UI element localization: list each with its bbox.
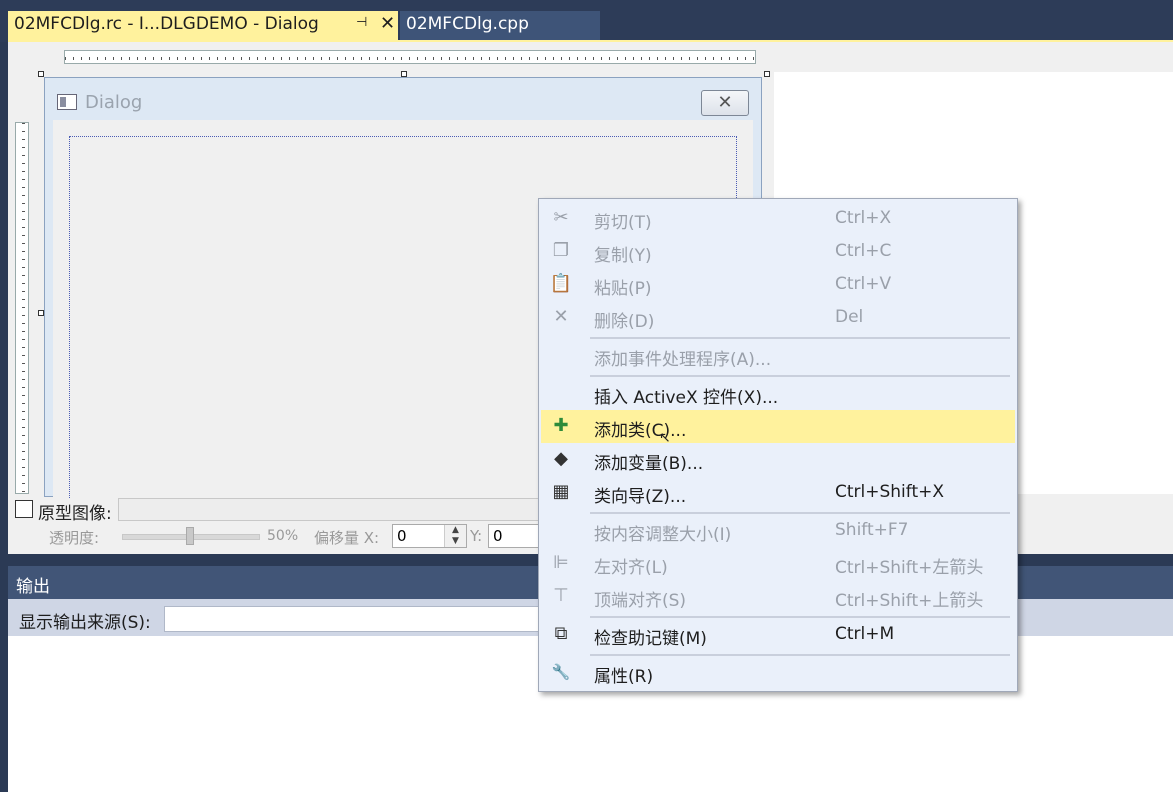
menu-item-shortcut: Ctrl+Shift+上箭头 <box>835 591 984 611</box>
menu-item-label: 属性(R) <box>594 667 654 687</box>
menu-item-add-variable[interactable]: ◆ 添加变量(B)... <box>541 443 1015 476</box>
align-left-icon: ⊫ <box>553 552 569 573</box>
copy-icon: ❐ <box>552 240 570 261</box>
document-tab-strip: 02MFCDlg.rc - I...DLGDEMO - Dialog ⊣ ✕ 0… <box>0 0 1173 42</box>
menu-item-align-left[interactable]: ⊫ 左对齐(L) Ctrl+Shift+左箭头 <box>541 547 1015 580</box>
menu-item-align-top[interactable]: ⊤ 顶端对齐(S) Ctrl+Shift+上箭头 <box>541 580 1015 613</box>
opacity-slider-thumb[interactable] <box>186 527 194 545</box>
menu-item-shortcut: Ctrl+Shift+左箭头 <box>835 558 984 578</box>
menu-item-label: 类向导(Z)... <box>594 487 687 507</box>
tab-cpp[interactable]: 02MFCDlg.cpp <box>400 11 600 40</box>
prototype-image-label: 原型图像: <box>38 504 112 524</box>
menu-item-label: 顶端对齐(S) <box>594 591 687 611</box>
paste-icon: 📋 <box>549 273 573 294</box>
class-wizard-icon: ▦ <box>552 481 570 502</box>
delete-icon: ✕ <box>553 306 569 327</box>
menu-item-shortcut: Ctrl+X <box>835 208 892 228</box>
prototype-image-path-field[interactable] <box>118 498 558 521</box>
menu-item-copy[interactable]: ❐ 复制(Y) Ctrl+C <box>541 235 1015 268</box>
close-icon: ✕ <box>717 92 733 113</box>
scissors-icon: ✂ <box>553 207 569 228</box>
opacity-label: 透明度: <box>49 529 100 547</box>
menu-item-shortcut: Ctrl+M <box>835 624 895 644</box>
menu-item-label: 添加事件处理程序(A)... <box>594 350 772 370</box>
opacity-value: 50% <box>267 528 299 544</box>
add-class-icon: ✚ <box>553 415 569 436</box>
menu-item-delete[interactable]: ✕ 删除(D) Del <box>541 301 1015 334</box>
menu-item-paste[interactable]: 📋 粘贴(P) Ctrl+V <box>541 268 1015 301</box>
menu-item-label: 添加类(C)... <box>594 421 687 441</box>
dialog-title: Dialog <box>85 92 143 113</box>
add-variable-icon: ◆ <box>554 448 568 469</box>
context-menu: ✂ 剪切(T) Ctrl+X ❐ 复制(Y) Ctrl+C 📋 粘贴(P) Ct… <box>538 198 1018 692</box>
menu-item-label: 添加变量(B)... <box>594 454 704 474</box>
check-mnemonics-icon: ⧉ <box>554 623 568 644</box>
menu-item-shortcut: Ctrl+V <box>835 274 892 294</box>
menu-item-cut[interactable]: ✂ 剪切(T) Ctrl+X <box>541 202 1015 235</box>
close-icon[interactable]: ✕ <box>380 13 395 34</box>
menu-item-label: 插入 ActiveX 控件(X)... <box>594 388 779 408</box>
output-source-label: 显示输出来源(S): <box>19 613 151 633</box>
menu-item-label: 检查助记键(M) <box>594 629 707 649</box>
tab-rc-dialog[interactable]: 02MFCDlg.rc - I...DLGDEMO - Dialog ⊣ ✕ <box>8 11 398 40</box>
menu-item-label: 剪切(T) <box>594 213 652 233</box>
tab-rc-dialog-label: 02MFCDlg.rc - I...DLGDEMO - Dialog <box>14 14 319 34</box>
menu-item-insert-activex[interactable]: 插入 ActiveX 控件(X)... <box>541 377 1015 410</box>
menu-item-shortcut: Del <box>835 307 864 327</box>
pin-icon[interactable]: ⊣ <box>356 15 367 30</box>
vertical-ruler[interactable] <box>15 122 29 494</box>
wrench-icon: 🔧 <box>551 663 571 681</box>
menu-item-class-wizard[interactable]: ▦ 类向导(Z)... Ctrl+Shift+X <box>541 476 1015 509</box>
offset-x-spinner[interactable]: ▲ ▼ <box>444 525 466 547</box>
dialog-window-icon <box>57 94 77 110</box>
menu-item-label: 左对齐(L) <box>594 558 668 578</box>
menu-item-shortcut: Ctrl+Shift+X <box>835 482 945 502</box>
menu-item-label: 删除(D) <box>594 312 655 332</box>
output-source-select[interactable] <box>164 606 544 632</box>
menu-item-label: 复制(Y) <box>594 246 652 266</box>
menu-item-label: 粘贴(P) <box>594 279 652 299</box>
menu-item-add-class[interactable]: ✚ 添加类(C)... ↖ <box>541 410 1015 446</box>
offset-y-label: Y: <box>470 527 483 545</box>
menu-item-properties[interactable]: 🔧 属性(R) <box>541 656 1015 689</box>
resize-handle-top-right[interactable] <box>764 71 770 77</box>
offset-x-label: 偏移量 X: <box>314 529 380 547</box>
prototype-image-checkbox[interactable] <box>15 500 33 518</box>
menu-item-shortcut: Ctrl+C <box>835 241 892 261</box>
horizontal-ruler[interactable] <box>64 50 756 64</box>
menu-item-shortcut: Shift+F7 <box>835 520 909 540</box>
menu-item-check-mnemonics[interactable]: ⧉ 检查助记键(M) Ctrl+M <box>541 618 1015 651</box>
align-top-icon: ⊤ <box>553 585 569 606</box>
dialog-close-button[interactable]: ✕ <box>701 90 749 116</box>
menu-item-size-to-content[interactable]: 按内容调整大小(I) Shift+F7 <box>541 514 1015 547</box>
menu-item-label: 按内容调整大小(I) <box>594 525 732 545</box>
menu-item-add-event-handler[interactable]: 添加事件处理程序(A)... <box>541 339 1015 372</box>
tab-cpp-label: 02MFCDlg.cpp <box>406 14 529 34</box>
